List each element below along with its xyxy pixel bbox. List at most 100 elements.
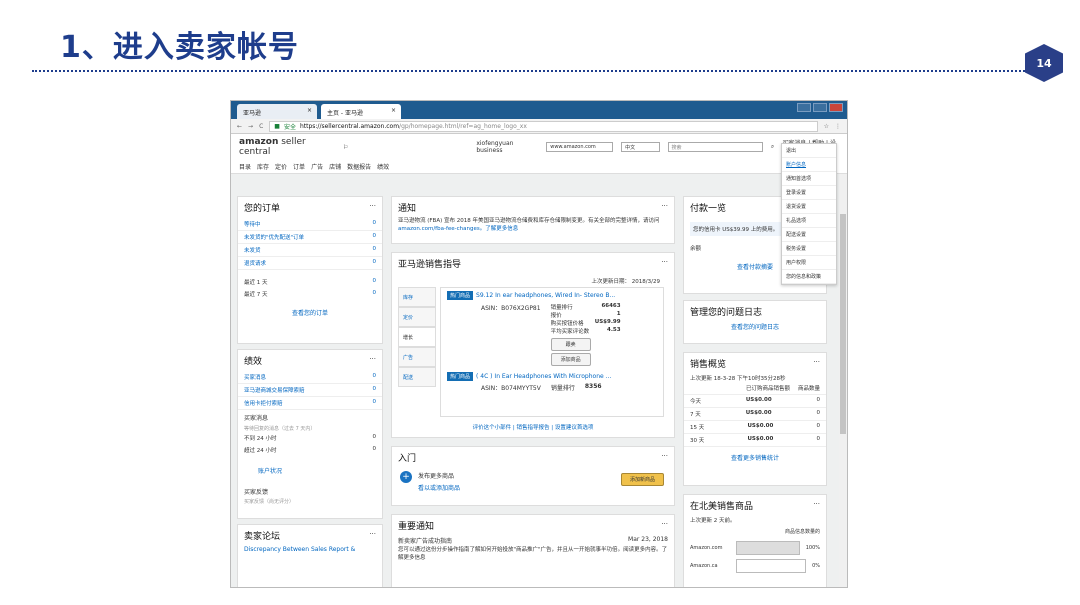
close-icon[interactable]: × xyxy=(391,107,396,114)
period: 30 天 xyxy=(690,438,705,444)
more-icon[interactable]: ··· xyxy=(369,355,376,363)
settings-menu-item[interactable]: 登录设置 xyxy=(782,186,836,200)
settings-menu-item[interactable]: 退货设置 xyxy=(782,200,836,214)
search-icon[interactable]: ⌕ xyxy=(771,143,774,151)
metric-value: 8356 xyxy=(584,383,602,390)
last-1d-value[interactable]: 0 xyxy=(373,278,377,286)
maximize-button[interactable] xyxy=(813,103,827,112)
case-log-link[interactable]: 查看您的问题日志 xyxy=(684,322,826,331)
settings-menu-item[interactable]: 用户权限 xyxy=(782,256,836,270)
scrollbar-thumb[interactable] xyxy=(840,214,846,434)
more-icon[interactable]: ··· xyxy=(661,258,668,266)
settings-menu-item[interactable]: 通知首选项 xyxy=(782,172,836,186)
settings-menu-item[interactable]: 税务设置 xyxy=(782,242,836,256)
security-label: 安全 xyxy=(283,123,296,131)
nav-item[interactable]: 库存 xyxy=(257,162,269,171)
more-icon[interactable]: ··· xyxy=(661,520,668,528)
account-health-link[interactable]: 账户状况 xyxy=(238,456,382,485)
settings-menu-item[interactable]: 礼品选项 xyxy=(782,214,836,228)
asin: ASIN：B074MYYT5V xyxy=(481,385,541,392)
lock-icon: ■ xyxy=(274,122,280,130)
account-name: xiofengyuan business xyxy=(476,140,514,154)
guide-tabs: 库存 定价 增长 广告 配送 xyxy=(398,287,436,387)
main-nav: 目录 库存 定价 订单 广告 店铺 数据报告 绩效 xyxy=(231,160,847,174)
nav-item[interactable]: 订单 xyxy=(293,162,305,171)
feedback-sub: 买家反馈（尚无评分） xyxy=(244,499,295,505)
row-label[interactable]: 退货请求 xyxy=(244,259,266,267)
flag-icon[interactable]: ⚐ xyxy=(343,144,348,151)
under-24h-value: 0 xyxy=(372,434,377,440)
forward-icon[interactable]: → xyxy=(248,123,253,130)
row-value[interactable]: 0 xyxy=(373,233,377,241)
add-new-product-button[interactable]: 添加新商品 xyxy=(620,473,664,486)
settings-menu-item[interactable]: 您的信息和政策 xyxy=(782,270,836,284)
nav-item[interactable]: 广告 xyxy=(311,162,323,171)
more-icon[interactable]: ··· xyxy=(661,202,668,210)
last-7d-value[interactable]: 0 xyxy=(373,290,377,298)
row-label[interactable]: 亚马逊商城交易保障索赔 xyxy=(244,386,305,394)
settings-menu-item[interactable]: 退出 xyxy=(782,144,836,158)
row-value[interactable]: 0 xyxy=(373,386,377,394)
row-label[interactable]: 等待中 xyxy=(244,220,261,228)
row-value[interactable]: 0 xyxy=(373,246,377,254)
nav-item[interactable]: 目录 xyxy=(239,162,251,171)
amazon-logo[interactable]: amazon seller central xyxy=(239,137,335,157)
more-sales-link[interactable]: 查看更多销售统计 xyxy=(684,453,826,462)
nav-item[interactable]: 店铺 xyxy=(329,162,341,171)
marketplace-select[interactable]: www.amazon.com xyxy=(546,142,614,152)
row-label[interactable]: 未发货 xyxy=(244,246,261,254)
task-link[interactable]: 看以或添加商品 xyxy=(418,483,460,492)
notice-link[interactable]: amazon.com/fba-fee-changes。了解更多信息 xyxy=(398,226,518,232)
guide-footer-links[interactable]: 评价这个小部件 | 销售指导报告 | 设置建议首选项 xyxy=(392,423,674,431)
row-value[interactable]: 0 xyxy=(373,373,377,381)
hot-badge: 热门商品 xyxy=(447,372,474,381)
row-value[interactable]: 0 xyxy=(373,399,377,407)
row-value[interactable]: 0 xyxy=(373,259,377,267)
list-row: 亚马逊商城交易保障索赔 0 xyxy=(238,384,382,397)
bookmark-star-icon[interactable]: ☆ xyxy=(824,123,829,130)
settings-menu-item[interactable]: 账户信息 xyxy=(782,158,836,172)
more-icon[interactable]: ··· xyxy=(813,358,820,366)
product-link[interactable]: ( 4C ) In Ear Headphones With Microphone… xyxy=(476,373,611,380)
url-input[interactable]: ■ 安全 https://sellercentral.amazon.com/gp/h… xyxy=(269,120,818,132)
guide-tab[interactable]: 定价 xyxy=(398,307,436,327)
language-select[interactable]: 中文 xyxy=(621,142,660,152)
more-icon[interactable]: ··· xyxy=(369,530,376,538)
row-label[interactable]: 未发货的"优先配送"订单 xyxy=(244,233,304,241)
back-icon[interactable]: ← xyxy=(237,123,242,130)
nav-item[interactable]: 定价 xyxy=(275,162,287,171)
settings-menu-item[interactable]: 配送设置 xyxy=(782,228,836,242)
close-icon[interactable]: × xyxy=(307,107,312,114)
menu-icon[interactable]: ⋮ xyxy=(835,123,841,130)
important-notice-card: 重要通知 ··· 新卖家广告成功指南 Mar 23, 2018 您可以通过这份分步操… xyxy=(391,514,675,587)
browser-tab-2[interactable]: 主页 - 亚马逊 × xyxy=(321,104,401,119)
performance-card: 绩效 ··· 买家消息 0 亚马逊商城交易保障索赔 0 信用卡拒付索赔 0 买家消息 等待回… xyxy=(237,349,383,519)
more-icon[interactable]: ··· xyxy=(661,452,668,460)
guide-tab[interactable]: 广告 xyxy=(398,347,436,367)
nav-item[interactable]: 绩效 xyxy=(377,162,389,171)
match-offer-button[interactable]: 跟卖 xyxy=(550,338,591,351)
product-link[interactable]: S9.12 In ear headphones, Wired In- Stere… xyxy=(476,292,615,299)
reload-icon[interactable]: C xyxy=(259,123,263,130)
browser-tab-1[interactable]: 亚马逊 × xyxy=(237,104,317,119)
quantity: 0 xyxy=(816,410,820,416)
plus-icon[interactable]: + xyxy=(400,471,412,483)
guide-tab[interactable]: 库存 xyxy=(398,287,436,307)
row-label[interactable]: 信用卡拒付索赔 xyxy=(244,399,283,407)
listing-bar xyxy=(736,541,800,555)
nav-item[interactable]: 数据报告 xyxy=(347,162,371,171)
row-label[interactable]: 买家消息 xyxy=(244,373,266,381)
guide-tab[interactable]: 增长 xyxy=(398,327,436,347)
row-value[interactable]: 0 xyxy=(373,220,377,228)
guide-tab[interactable]: 配送 xyxy=(398,367,436,387)
add-product-button[interactable]: 添加商品 xyxy=(550,353,591,366)
scrollbar[interactable] xyxy=(839,174,847,587)
col-header: 已订购商品销售额 xyxy=(745,386,790,392)
close-window-button[interactable] xyxy=(829,103,843,112)
search-input[interactable]: 搜索 xyxy=(667,142,763,152)
more-icon[interactable]: ··· xyxy=(813,500,820,508)
view-orders-link[interactable]: 查看您的订单 xyxy=(238,308,382,317)
minimize-button[interactable] xyxy=(797,103,811,112)
more-icon[interactable]: ··· xyxy=(369,202,376,210)
forum-post-link[interactable]: Discrepancy Between Sales Report & xyxy=(238,546,382,553)
